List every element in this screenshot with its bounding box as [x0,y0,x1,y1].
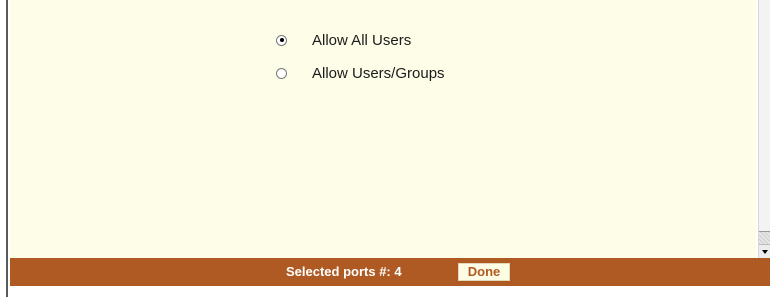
selected-ports-label: Selected ports #: 4 [286,264,402,279]
footer-divider [10,286,770,297]
option-label: Allow Users/Groups [312,64,445,82]
scroll-down-arrow-icon[interactable] [759,244,770,258]
option-label: Allow All Users [312,31,412,49]
dialog-frame: Allow All Users Allow Users/Groups Selec… [6,0,770,297]
scrollbar-thumb[interactable] [759,0,770,232]
radio-checked-icon[interactable] [276,34,287,46]
option-allow-all-users[interactable]: Allow All Users [276,30,411,50]
vertical-scrollbar[interactable] [758,0,770,258]
footer-bar: Selected ports #: 4 Done [10,258,770,286]
scrollbar-track[interactable] [759,232,770,244]
option-allow-users-groups[interactable]: Allow Users/Groups [276,63,445,83]
access-options-panel: Allow All Users Allow Users/Groups [10,0,756,258]
radio-unchecked-icon[interactable] [276,67,287,79]
done-button[interactable]: Done [458,263,510,281]
